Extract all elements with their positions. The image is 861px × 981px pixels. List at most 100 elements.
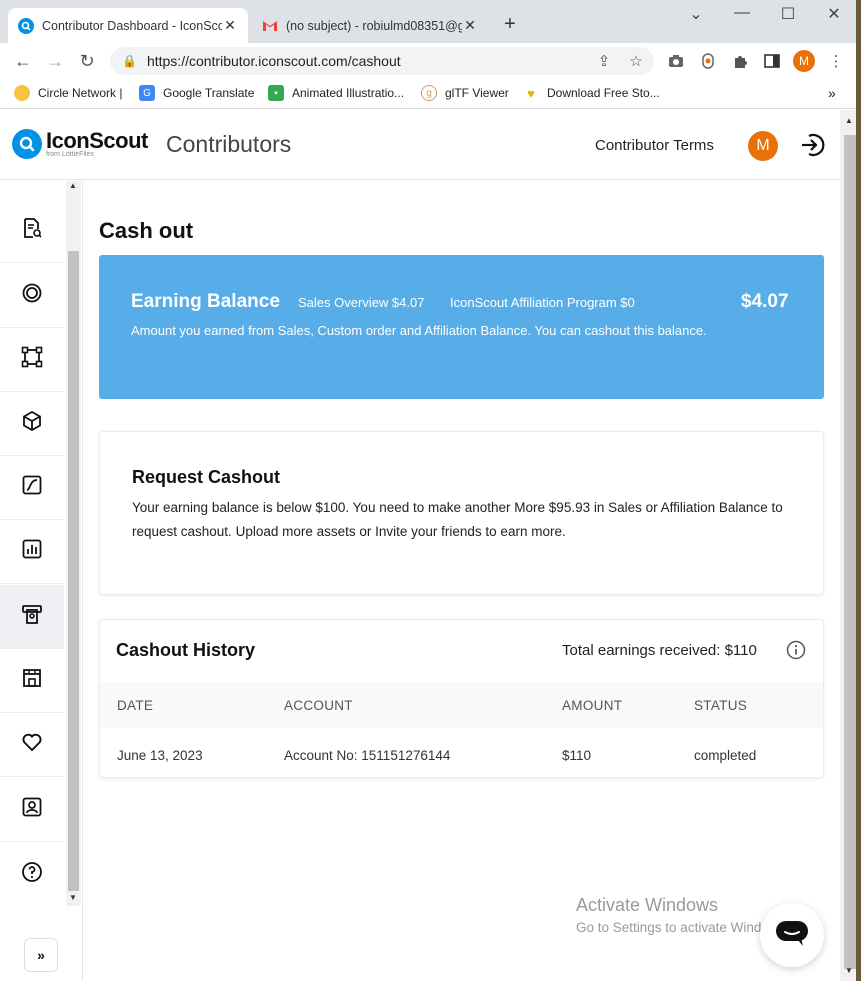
scroll-up-icon[interactable]: ▲ — [69, 181, 77, 190]
cell-amount: $110 — [562, 748, 592, 763]
bookmark-label: Animated Illustratio... — [292, 86, 405, 100]
activate-title: Activate Windows — [576, 895, 719, 915]
forward-icon[interactable]: → — [40, 46, 70, 76]
extension-icon[interactable] — [698, 51, 718, 71]
cashout-history-card: Cashout History Total earnings received:… — [99, 619, 824, 778]
sidebar-item-cashout[interactable] — [0, 585, 64, 649]
table-header: DATE ACCOUNT AMOUNT STATUS — [100, 682, 823, 728]
circle-network-icon — [14, 85, 30, 101]
new-tab-button[interactable]: + — [498, 13, 522, 36]
profile-card-icon — [21, 796, 43, 823]
gltf-viewer-icon: g — [421, 85, 437, 101]
address-bar[interactable]: 🔒 https://contributor.iconscout.com/cash… — [110, 47, 654, 75]
sidebar-item-favorites[interactable] — [0, 713, 64, 777]
bookmark-label: Circle Network | — [38, 86, 123, 100]
browser-menu-icon[interactable]: ⋮ — [826, 51, 846, 71]
cell-account: Account No: 151151276144 — [284, 748, 451, 763]
close-tab-icon[interactable]: ✕ — [222, 17, 238, 34]
affiliation-balance: IconScout Affiliation Program $0 — [450, 295, 635, 310]
sidebar-expand-button[interactable]: » — [24, 938, 58, 972]
sidebar-item-3d[interactable] — [0, 392, 64, 456]
cashout-atm-icon — [21, 603, 43, 630]
tab-strip: Contributor Dashboard - IconSco ✕ (no su… — [0, 0, 861, 43]
page-scrollbar-thumb[interactable] — [844, 135, 856, 969]
iconscout-logo-icon — [12, 129, 42, 159]
sidebar-item-icons[interactable] — [0, 264, 64, 328]
bookmark-star-icon[interactable]: ☆ — [626, 51, 646, 71]
target-icon — [21, 282, 43, 309]
sidebar-item-store[interactable] — [0, 649, 64, 713]
bookmark-label: Download Free Sto... — [547, 86, 660, 100]
page-scroll-down-icon[interactable]: ▼ — [845, 966, 853, 975]
bookmarks-overflow-icon[interactable]: » — [828, 85, 836, 101]
sidebar-item-help[interactable] — [0, 842, 64, 906]
bookmark-label: glTF Viewer — [445, 86, 509, 100]
bookmark-item[interactable]: Circle Network | — [14, 85, 122, 101]
earning-balance-card: Earning Balance Sales Overview $4.07 Ico… — [99, 255, 824, 399]
tab-title: (no subject) - robiulmd08351@gm — [286, 18, 462, 33]
site-header: IconScout from LottieFiles Contributors … — [0, 110, 840, 180]
animation-icon — [21, 474, 43, 501]
request-cashout-card: Request Cashout Your earning balance is … — [99, 431, 824, 595]
bookmark-item[interactable]: ▪ Animated Illustratio... — [268, 85, 404, 101]
cell-status: completed — [694, 748, 757, 763]
column-header-status: STATUS — [694, 698, 748, 713]
extensions-puzzle-icon[interactable] — [730, 51, 750, 71]
activate-subtitle: Go to Settings to activate Windows. — [576, 920, 790, 935]
close-window-icon[interactable]: ✕ — [818, 4, 850, 24]
contributor-terms-link[interactable]: Contributor Terms — [595, 137, 714, 154]
reload-icon[interactable]: ↻ — [72, 46, 102, 76]
sidebar: ▲ ▼ » — [0, 181, 83, 981]
browser-toolbar: ← → ↻ 🔒 https://contributor.iconscout.co… — [0, 43, 861, 79]
activate-windows-watermark: Activate Windows Go to Settings to activ… — [576, 895, 789, 935]
info-icon[interactable] — [786, 640, 806, 660]
logout-icon[interactable] — [799, 131, 827, 159]
page-title: Cash out — [99, 218, 194, 243]
camera-extension-icon[interactable] — [666, 51, 686, 71]
sidebar-item-analytics[interactable] — [0, 520, 64, 584]
logo-text: IconScout — [46, 128, 148, 153]
lock-icon: 🔒 — [122, 54, 137, 68]
iconscout-logo[interactable]: IconScout from LottieFiles — [12, 129, 148, 159]
scroll-down-icon[interactable]: ▼ — [69, 893, 77, 902]
profile-avatar[interactable]: M — [793, 50, 815, 72]
gmail-favicon-icon — [262, 18, 278, 34]
sidebar-item-lottie[interactable] — [0, 456, 64, 520]
request-cashout-text: Your earning balance is below $100. You … — [132, 500, 783, 539]
sidebar-scrollbar-thumb[interactable] — [68, 251, 79, 891]
section-title: Contributors — [166, 131, 292, 157]
back-icon[interactable]: ← — [8, 46, 38, 76]
help-icon — [21, 861, 43, 888]
page-scroll-up-icon[interactable]: ▲ — [845, 116, 853, 125]
sales-overview: Sales Overview $4.07 — [298, 295, 425, 310]
maximize-icon[interactable]: ☐ — [772, 4, 804, 24]
column-header-account: ACCOUNT — [284, 698, 353, 713]
sidebar-item-illustrations[interactable] — [0, 328, 64, 392]
balance-amount: $4.07 — [741, 291, 789, 312]
share-icon[interactable]: ⇪ — [594, 51, 614, 71]
download-free-stock-icon: ♥ — [523, 85, 539, 101]
sidebar-item-profile[interactable] — [0, 778, 64, 842]
tab-contributor-dashboard[interactable]: Contributor Dashboard - IconSco ✕ — [8, 8, 248, 43]
google-translate-icon: G — [139, 85, 155, 101]
close-tab-icon[interactable]: ✕ — [462, 17, 478, 34]
bookmark-item[interactable]: g glTF Viewer — [421, 85, 509, 101]
sidebar-item-review[interactable] — [0, 199, 64, 263]
animated-illustration-icon: ▪ — [268, 85, 284, 101]
chat-widget-button[interactable] — [760, 903, 824, 967]
column-header-date: DATE — [117, 698, 154, 713]
bookmark-item[interactable]: ♥ Download Free Sto... — [523, 85, 660, 101]
tab-gmail[interactable]: (no subject) - robiulmd08351@gm ✕ — [252, 8, 488, 43]
minimize-icon[interactable]: — — [726, 4, 758, 22]
bookmark-label: Google Translate — [163, 86, 255, 100]
cell-date: June 13, 2023 — [117, 748, 203, 763]
tab-search-icon[interactable]: ⌄ — [680, 4, 712, 24]
url-text: https://contributor.iconscout.com/cashou… — [146, 53, 401, 69]
user-avatar[interactable]: M — [748, 131, 778, 161]
vector-frame-icon — [21, 346, 43, 373]
document-search-icon — [21, 217, 43, 244]
side-panel-icon[interactable] — [762, 51, 782, 71]
bookmarks-bar: Circle Network | G Google Translate ▪ An… — [0, 79, 861, 109]
request-cashout-title: Request Cashout — [132, 467, 281, 487]
bookmark-item[interactable]: G Google Translate — [139, 85, 254, 101]
